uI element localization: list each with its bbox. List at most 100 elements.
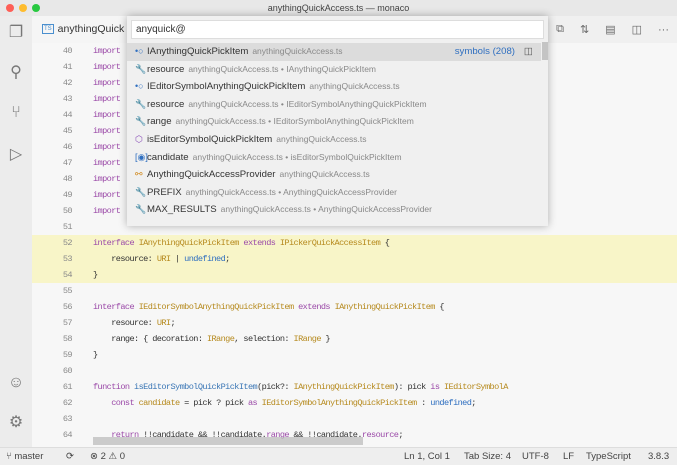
code-token: resource: (93, 318, 157, 328)
code-token: import (93, 94, 121, 104)
line-number: 48 (62, 174, 73, 184)
sync-icon[interactable]: ⟳ (66, 448, 74, 465)
quick-pick-item[interactable]: ⚯ AnythingQuickAccessProvider anythingQuic… (127, 166, 541, 184)
search-icon[interactable]: ⚲ (7, 64, 25, 82)
quick-pick-item[interactable]: •○ IAnythingQuickPickItem anythingQuickAcc… (127, 43, 541, 61)
branch-name: master (14, 451, 44, 462)
open-to-side-icon[interactable]: ◫ (524, 43, 533, 61)
item-label: range (147, 116, 172, 128)
code-token: import (93, 206, 121, 216)
branch-indicator[interactable]: ⑂ master (6, 448, 43, 465)
line-number: 49 (62, 190, 73, 200)
source-control-icon[interactable]: ⑂ (7, 104, 25, 122)
line-number: 62 (62, 398, 73, 408)
code-token: import (93, 78, 121, 88)
gear-icon[interactable]: ⚙ (7, 414, 25, 432)
code-line: 58 range: { decoration: IRange, selectio… (32, 331, 677, 347)
code-token: function (93, 382, 130, 392)
explorer-icon[interactable]: ❐ (7, 24, 25, 42)
property-icon: 🔧 (135, 63, 147, 74)
property-icon: 🔧 (135, 98, 147, 109)
quick-pick-item[interactable]: 🔧resource anythingQuickAccess.ts • IEdito… (127, 96, 541, 114)
quick-pick-item[interactable]: 🔧MAX_RESULTS anythingQuickAccess.ts • Any… (127, 201, 541, 219)
window-title: anythingQuickAccess.ts — monaco (267, 3, 410, 13)
code-token: IAnythingQuickPickItem (334, 302, 436, 312)
line-code: const candidate = pick ? pick as IEditor… (93, 395, 476, 411)
minimize-window-button[interactable] (19, 4, 27, 12)
code-token: import (93, 142, 121, 152)
function-icon: ⬡ (135, 134, 143, 144)
item-label: resource (147, 98, 185, 110)
code-line: 54} (32, 267, 677, 283)
line-code: } (93, 267, 98, 283)
code-line: 55 (32, 283, 677, 299)
account-icon[interactable]: ☺ (7, 374, 25, 392)
problems-indicator[interactable]: ⊗ 2 ⚠ 0 (90, 448, 125, 465)
quick-pick-item[interactable]: •○ IEditorSymbolAnythingQuickPickItem anyt… (127, 78, 541, 96)
line-code: function isEditorSymbolQuickPickItem(pic… (93, 379, 508, 395)
code-line: 52 interface IAnythingQuickPickItem exten… (32, 235, 677, 251)
quick-pick-item[interactable]: 🔧resource anythingQuickAccess.ts • IAnyth… (127, 61, 541, 79)
code-token: , selection: (234, 334, 294, 344)
line-number: 56 (62, 302, 73, 312)
quick-pick-scrollbar[interactable] (542, 42, 548, 60)
typescript-version[interactable]: 3.8.3 (648, 448, 669, 465)
code-token: import (93, 190, 121, 200)
horizontal-scrollbar[interactable] (93, 437, 363, 445)
line-code: import (93, 203, 121, 219)
cursor-position[interactable]: Ln 1, Col 1 (404, 448, 450, 465)
code-token: IAnythingQuickPickItem (138, 238, 240, 248)
item-description: anythingQuickAccess.ts • AnythingQuickAc… (220, 204, 432, 215)
preview-icon[interactable]: ▤ (605, 23, 615, 36)
code-token: interface (93, 238, 135, 248)
encoding[interactable]: UTF-8 (522, 448, 549, 465)
code-token: (pick?: (257, 382, 294, 392)
code-line: 62 const candidate = pick ? pick as IEdi… (32, 395, 677, 411)
quick-pick-input[interactable]: anyquick@ (131, 20, 544, 39)
debug-icon[interactable]: ▷ (7, 146, 25, 164)
typescript-file-icon: TS (42, 24, 54, 35)
tab-anythingquickaccess[interactable]: TS anythingQuick (32, 16, 142, 43)
interface-icon: •○ (135, 46, 144, 56)
quick-pick-item[interactable]: ⬡ isEditorSymbolQuickPickItem anythingQuic… (127, 131, 541, 149)
code-line: 60 (32, 363, 677, 379)
compare-icon[interactable]: ⇅ (580, 23, 589, 36)
line-number: 64 (62, 430, 73, 440)
item-label: IEditorSymbolAnythingQuickPickItem (147, 81, 306, 93)
error-count: 2 (100, 451, 106, 462)
quick-pick-item[interactable]: [◉]candidate anythingQuickAccess.ts • isE… (127, 149, 541, 167)
split-editor-icon[interactable]: ◫ (632, 23, 642, 36)
warning-count: 0 (119, 451, 125, 462)
line-number: 46 (62, 142, 73, 152)
quick-pick-item[interactable]: 🔧PREFIX anythingQuickAccess.ts • Anything… (127, 184, 541, 202)
line-ending[interactable]: LF (563, 448, 574, 465)
code-token: IEditorSymbolA (443, 382, 508, 392)
code-token: ; (225, 254, 230, 264)
code-token: IEditorSymbolAnythingQuickPickItem (261, 398, 418, 408)
item-label: isEditorSymbolQuickPickItem (147, 134, 273, 145)
language-mode[interactable]: TypeScript (586, 448, 631, 465)
property-icon: 🔧 (135, 204, 147, 215)
item-description: anythingQuickAccess.ts • IEditorSymbolAn… (175, 116, 414, 127)
code-token: const (111, 398, 135, 408)
line-code: import (93, 187, 121, 203)
line-code: import (93, 155, 121, 171)
line-number: 45 (62, 126, 73, 136)
code-token: resource (361, 430, 399, 440)
property-icon: 🔧 (135, 116, 147, 127)
more-actions-icon[interactable]: ··· (658, 24, 669, 36)
code-token: resource: (93, 254, 157, 264)
close-window-button[interactable] (6, 4, 14, 12)
tab-size[interactable]: Tab Size: 4 (464, 448, 511, 465)
item-label: PREFIX (147, 186, 182, 198)
quick-pick-item[interactable]: 🔧range anythingQuickAccess.ts • IEditorSy… (127, 113, 541, 131)
code-token: import (93, 62, 121, 72)
line-number: 53 (62, 254, 73, 264)
quick-pick-widget: anyquick@ •○ IAnythingQuickPickItem anythi… (127, 16, 548, 226)
line-code: interface IEditorSymbolAnythingQuickPick… (93, 299, 445, 315)
maximize-window-button[interactable] (32, 4, 40, 12)
line-number: 55 (62, 286, 73, 296)
item-description: anythingQuickAccess.ts (252, 46, 343, 56)
open-changes-icon[interactable]: ⧉ (556, 23, 564, 36)
